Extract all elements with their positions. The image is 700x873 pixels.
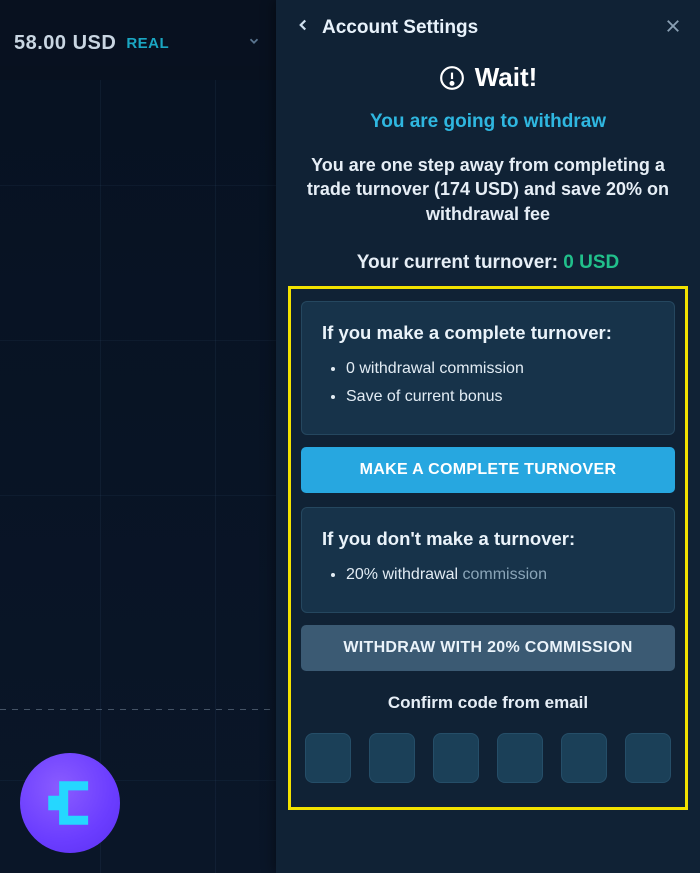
confirm-code-label: Confirm code from email <box>301 693 675 713</box>
brand-logo[interactable] <box>20 753 120 853</box>
panel-header: Account Settings <box>276 0 700 56</box>
turnover-label: Your current turnover: <box>357 252 564 273</box>
bullet-text: 20% withdrawal <box>346 566 463 583</box>
complete-turnover-card: If you make a complete turnover: 0 withd… <box>301 301 675 435</box>
turnover-description: You are one step away from completing a … <box>288 153 688 226</box>
make-turnover-button[interactable]: MAKE A COMPLETE TURNOVER <box>301 447 675 493</box>
chevron-left-icon <box>294 16 312 34</box>
balance-tag: REAL <box>126 35 169 52</box>
chevron-down-icon <box>247 34 261 53</box>
list-item: Save of current bonus <box>346 388 654 406</box>
desc-amount: (174 USD) <box>434 179 519 199</box>
grid-line <box>100 80 101 873</box>
turnover-value: 0 USD <box>563 252 619 273</box>
panel-title: Account Settings <box>322 17 478 39</box>
highlighted-section: If you make a complete turnover: 0 withd… <box>288 286 688 810</box>
wait-heading: Wait! <box>288 62 688 93</box>
panel-body: Wait! You are going to withdraw You are … <box>276 62 700 840</box>
list-item: 0 withdrawal commission <box>346 360 654 378</box>
balance-amount: 58.00 USD <box>14 32 116 55</box>
code-digit-input[interactable] <box>497 733 543 783</box>
back-button[interactable] <box>294 16 318 40</box>
bullet-dim: commission <box>463 566 547 583</box>
grid-line <box>215 80 216 873</box>
code-digit-input[interactable] <box>369 733 415 783</box>
account-settings-panel: Account Settings Wait! You are going to … <box>276 0 700 873</box>
alert-icon <box>439 65 465 91</box>
code-digit-input[interactable] <box>625 733 671 783</box>
logo-icon <box>41 774 99 832</box>
code-digit-input[interactable] <box>305 733 351 783</box>
withdraw-subtitle: You are going to withdraw <box>288 111 688 133</box>
balance-selector[interactable]: 58.00 USD REAL <box>0 20 275 66</box>
wait-text: Wait! <box>475 62 538 93</box>
list-item: 20% withdrawal commission <box>346 566 654 584</box>
no-turnover-card: If you don't make a turnover: 20% withdr… <box>301 507 675 613</box>
code-digit-input[interactable] <box>561 733 607 783</box>
card-title: If you make a complete turnover: <box>322 322 654 344</box>
withdraw-commission-button[interactable]: WITHDRAW WITH 20% COMMISSION <box>301 625 675 671</box>
close-button[interactable] <box>664 15 682 41</box>
benefit-list: 0 withdrawal commission Save of current … <box>322 360 654 406</box>
card-title: If you don't make a turnover: <box>322 528 654 550</box>
close-icon <box>664 17 682 35</box>
benefit-list: 20% withdrawal commission <box>322 566 654 584</box>
current-turnover: Your current turnover: 0 USD <box>288 252 688 274</box>
code-input-row <box>301 733 675 783</box>
code-digit-input[interactable] <box>433 733 479 783</box>
